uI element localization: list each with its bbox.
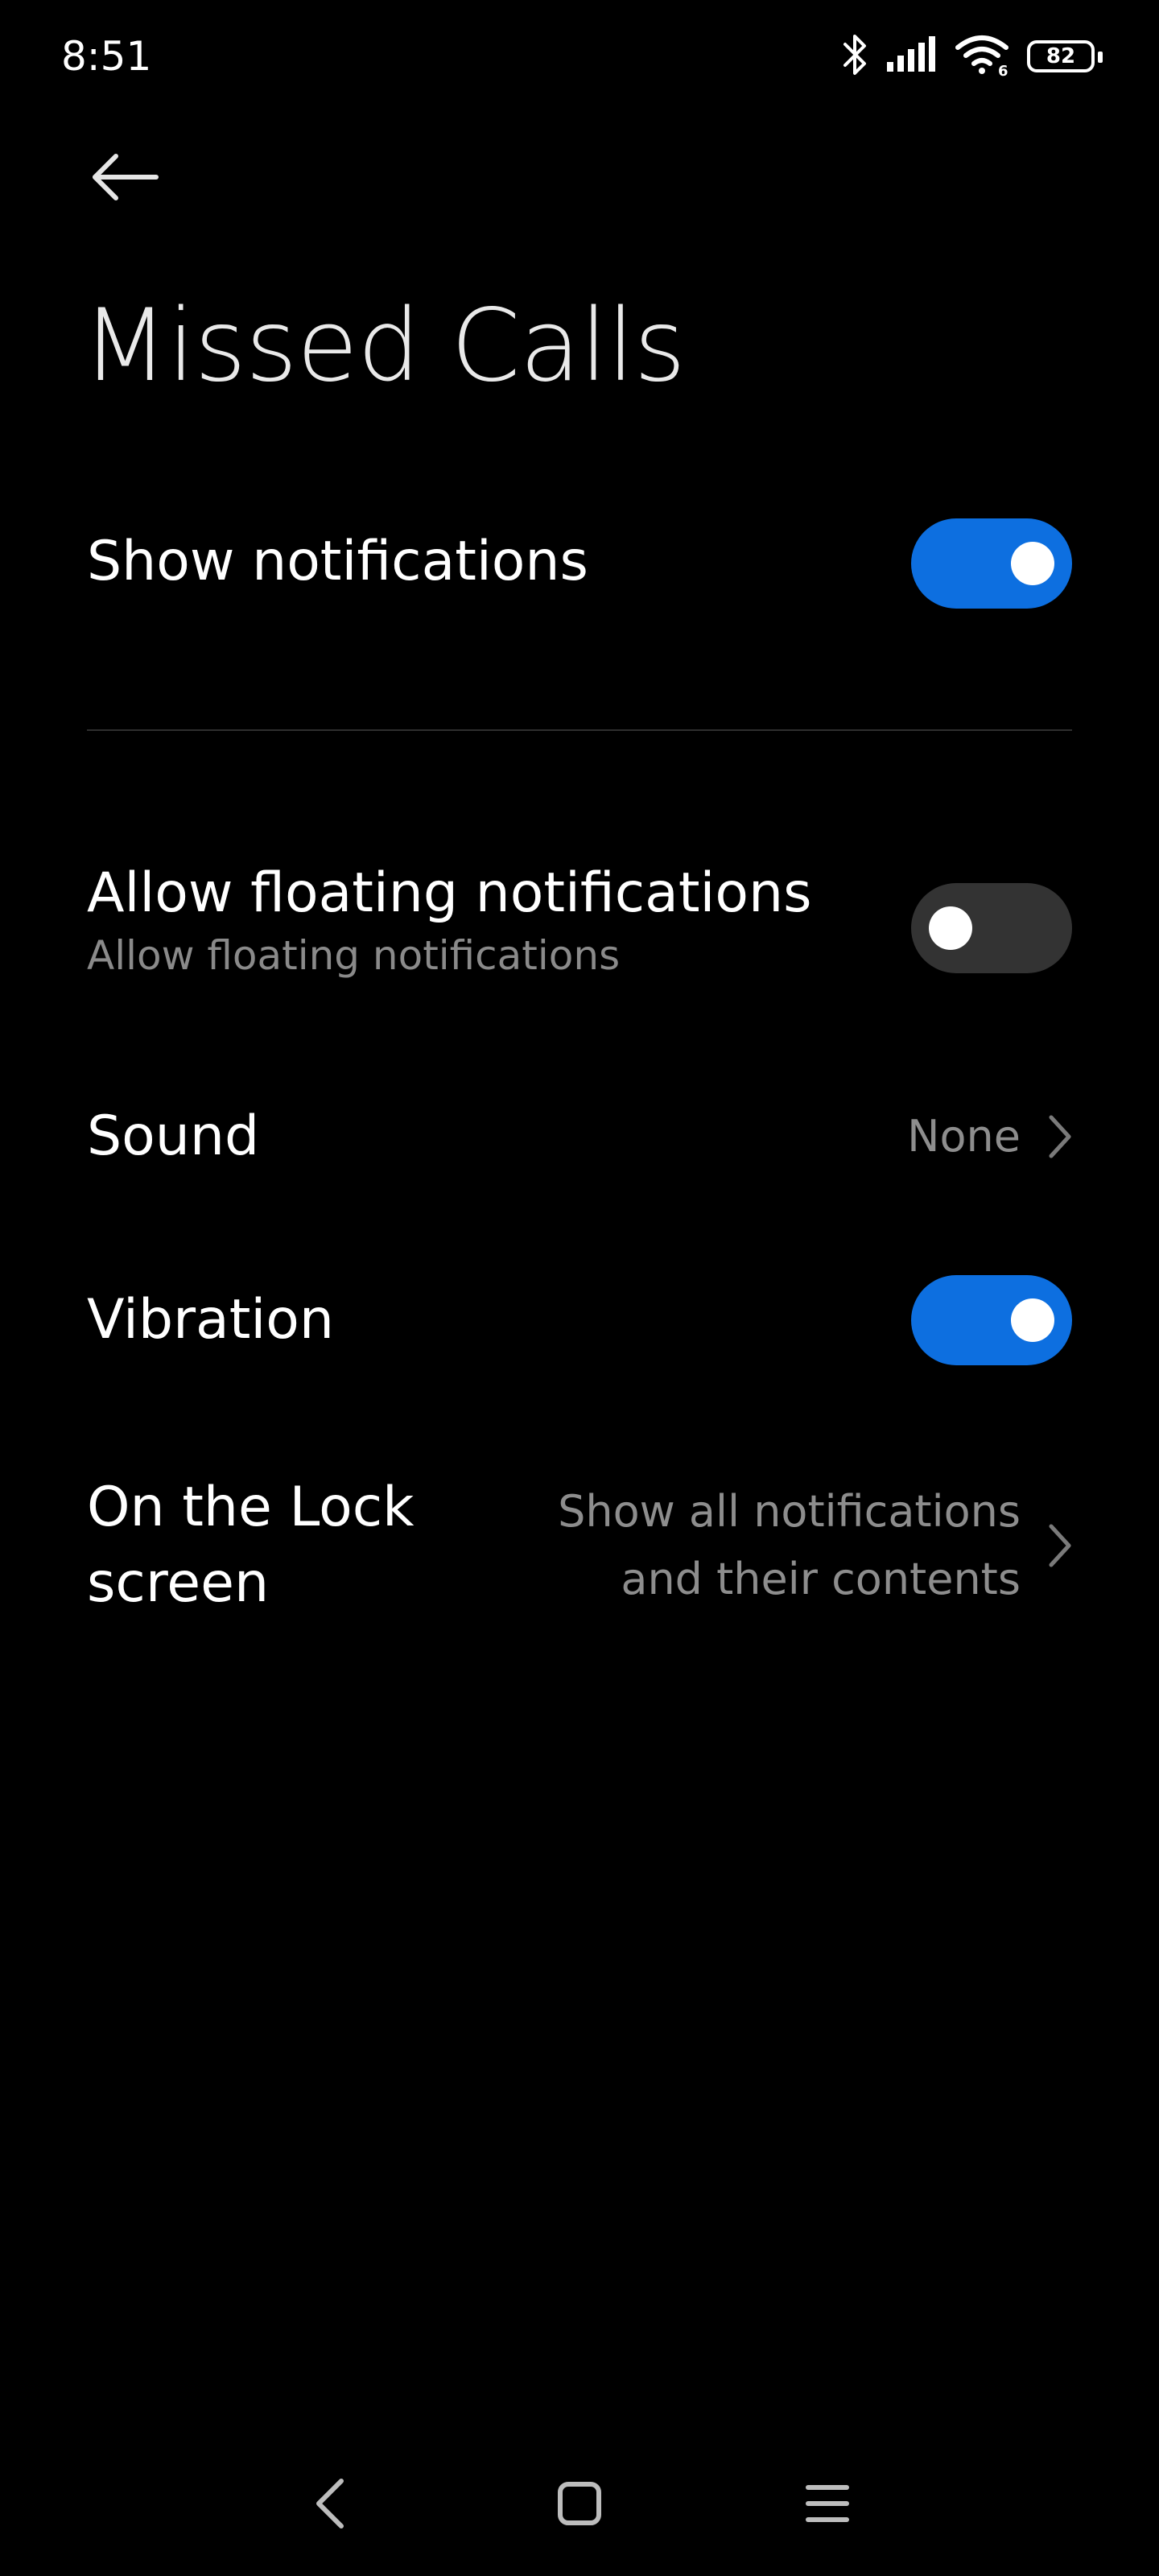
chevron-right-icon (1049, 1524, 1071, 1567)
back-arrow-icon (93, 154, 159, 200)
status-bar: 8:51 6 82 (0, 0, 1159, 113)
lock-screen-label: On the Lock screen (87, 1470, 415, 1621)
floating-notifications-text: Allow floating notifications Allow float… (87, 860, 812, 980)
svg-text:6: 6 (998, 63, 1008, 76)
show-notifications-label: Show notifications (87, 530, 588, 593)
toggle-knob (1011, 1298, 1054, 1342)
navigation-bar (0, 2447, 1159, 2560)
sound-row[interactable]: Sound None (87, 1103, 1072, 1175)
lock-screen-label-line2: screen (87, 1551, 270, 1615)
show-notifications-toggle[interactable] (911, 518, 1072, 609)
nav-recents-button[interactable] (779, 2455, 876, 2552)
nav-home-button[interactable] (531, 2455, 628, 2552)
page-title: Missed Calls (82, 288, 686, 404)
vibration-label: Vibration (87, 1288, 334, 1352)
nav-back-button[interactable] (282, 2455, 378, 2552)
lock-screen-value: Show all notifications and their content… (558, 1478, 1021, 1613)
floating-notifications-toggle[interactable] (911, 883, 1072, 973)
lock-screen-row[interactable]: On the Lock screen Show all notification… (87, 1470, 1072, 1618)
status-icons: 6 82 (842, 32, 1103, 80)
lock-screen-label-line1: On the Lock (87, 1476, 415, 1539)
nav-home-icon (558, 2482, 601, 2525)
status-time: 8:51 (61, 33, 152, 80)
bluetooth-icon (842, 33, 869, 80)
sound-value: None (907, 1111, 1021, 1162)
sound-label: Sound (87, 1104, 260, 1168)
lock-screen-value-group[interactable]: Show all notifications and their content… (558, 1478, 1072, 1613)
lock-screen-value-line2: and their contents (621, 1554, 1021, 1604)
floating-notifications-subtitle: Allow floating notifications (87, 932, 621, 979)
nav-back-icon (316, 2479, 344, 2529)
vibration-toggle[interactable] (911, 1275, 1072, 1365)
signal-icon (885, 36, 938, 76)
toggle-knob (1011, 542, 1054, 585)
lock-screen-value-line1: Show all notifications (558, 1486, 1021, 1537)
nav-recents-icon (806, 2485, 849, 2522)
floating-notifications-label: Allow floating notifications (87, 861, 812, 925)
section-divider (87, 729, 1072, 731)
chevron-right-icon (1049, 1115, 1071, 1158)
sound-value-group[interactable]: None (907, 1103, 1072, 1170)
floating-notifications-row[interactable]: Allow floating notifications Allow float… (87, 860, 1072, 1005)
wifi-6-icon: 6 (955, 33, 1011, 80)
back-button[interactable] (80, 137, 169, 217)
battery-icon: 82 (1027, 40, 1103, 72)
toggle-knob (929, 906, 972, 950)
battery-level: 82 (1046, 44, 1076, 68)
show-notifications-row[interactable]: Show notifications (87, 515, 1072, 612)
vibration-row[interactable]: Vibration (87, 1275, 1072, 1365)
